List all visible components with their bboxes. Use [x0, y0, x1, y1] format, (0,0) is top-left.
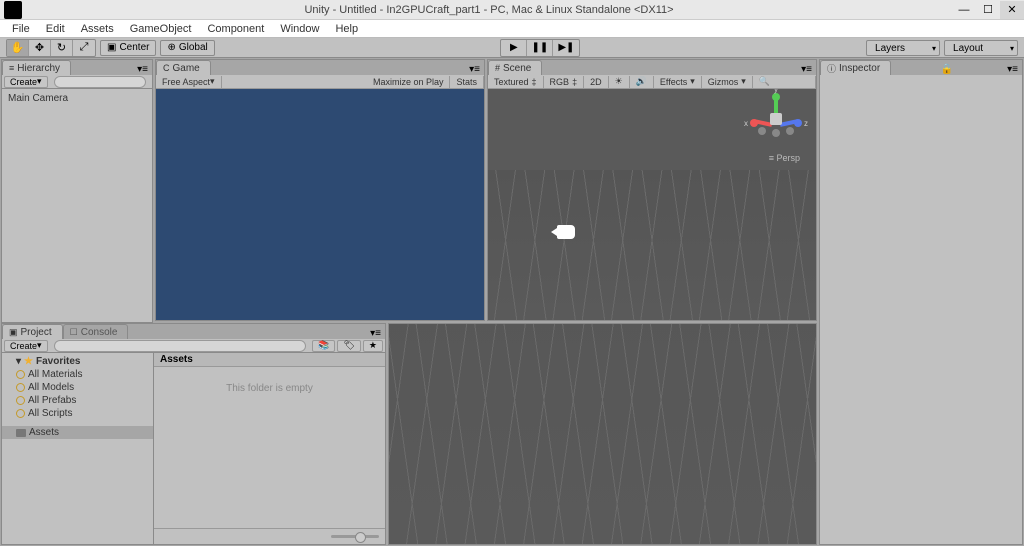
aspect-dropdown[interactable]: Free Aspect ▾	[156, 76, 222, 88]
favorite-item[interactable]: All Prefabs	[2, 394, 153, 407]
menu-window[interactable]: Window	[272, 23, 327, 35]
project-content-area[interactable]: This folder is empty	[154, 367, 385, 528]
menubar: File Edit Assets GameObject Component Wi…	[0, 20, 1024, 38]
favorite-item[interactable]: All Models	[2, 381, 153, 394]
scene-view[interactable]: y x z ≡ Persp	[488, 89, 816, 320]
filter-icon[interactable]: 📚	[312, 340, 335, 352]
scene-panel: #Scene ▾≡ Textured ‡ RGB ‡ 2D ☀ 🔊 Effect…	[487, 59, 817, 321]
project-search-input[interactable]	[54, 340, 307, 352]
inspector-tab[interactable]: ⓘInspector	[820, 60, 891, 75]
hierarchy-search-input[interactable]	[54, 76, 146, 88]
menu-edit[interactable]: Edit	[38, 23, 73, 35]
menu-component[interactable]: Component	[199, 23, 272, 35]
menu-file[interactable]: File	[4, 23, 38, 35]
console-icon: ☐	[70, 327, 78, 338]
pause-button[interactable]: ❚❚	[527, 40, 553, 56]
panel-menu-icon[interactable]: ▾≡	[366, 328, 385, 339]
search-icon	[16, 396, 25, 405]
project-create-button[interactable]: Create ▾	[4, 340, 48, 352]
titlebar: Unity - Untitled - In2GPUCraft_part1 - P…	[0, 0, 1024, 20]
scene-search-input[interactable]: 🔍	[753, 76, 816, 88]
unity-logo-icon	[4, 1, 22, 19]
rotate-tool-button[interactable]: ↻	[51, 40, 73, 56]
star-icon: ★	[24, 356, 33, 367]
hierarchy-panel: ≡Hierarchy ▾≡ Create ▾ Main Camera	[1, 59, 153, 323]
play-controls: ▶ ❚❚ ▶❚	[500, 39, 580, 57]
maximize-button[interactable]: ☐	[976, 1, 1000, 19]
game-view[interactable]	[156, 89, 484, 320]
layout-dropdown[interactable]: Layout	[944, 40, 1018, 56]
menu-assets[interactable]: Assets	[73, 23, 122, 35]
hierarchy-icon: ≡	[9, 63, 14, 73]
favorite-item[interactable]: All Scripts	[2, 407, 153, 420]
project-panel: ▣Project ☐Console ▾≡ Create ▾ 📚 🏷 ★ ▾★Fa…	[1, 323, 386, 545]
projection-label[interactable]: ≡ Persp	[769, 153, 800, 163]
hierarchy-create-button[interactable]: Create ▾	[4, 76, 48, 88]
effects-dropdown[interactable]: Effects ▾	[654, 76, 702, 88]
scene-view-lower[interactable]	[388, 323, 817, 545]
minimize-button[interactable]: —	[952, 1, 976, 19]
search-icon	[16, 370, 25, 379]
project-icon: ▣	[9, 327, 18, 338]
hierarchy-item[interactable]: Main Camera	[8, 92, 146, 105]
camera-gizmo-icon[interactable]	[557, 225, 575, 239]
game-icon: C	[163, 63, 170, 73]
folder-icon	[16, 429, 26, 437]
label-filter-icon[interactable]: 🏷	[337, 340, 360, 352]
hierarchy-tab[interactable]: ≡Hierarchy	[2, 60, 71, 75]
empty-folder-label: This folder is empty	[226, 383, 313, 394]
window-controls: — ☐ ✕	[952, 1, 1024, 19]
save-search-icon[interactable]: ★	[363, 340, 383, 352]
scene-icon: #	[495, 63, 500, 73]
menu-help[interactable]: Help	[327, 23, 366, 35]
favorite-item[interactable]: All Materials	[2, 368, 153, 381]
project-tab[interactable]: ▣Project	[2, 324, 63, 339]
lighting-toggle[interactable]: ☀	[609, 76, 630, 88]
stats-toggle[interactable]: Stats	[450, 76, 484, 88]
game-tab[interactable]: CGame	[156, 60, 211, 75]
step-button[interactable]: ▶❚	[553, 40, 579, 56]
maximize-on-play-toggle[interactable]: Maximize on Play	[367, 76, 451, 88]
layers-dropdown[interactable]: Layers	[866, 40, 940, 56]
inspector-panel: ⓘInspector 🔒 ▾≡	[819, 59, 1023, 545]
transform-tools: ✋ ✥ ↻ ⤢	[6, 39, 96, 57]
panel-menu-icon[interactable]: ▾≡	[1003, 64, 1022, 75]
pivot-global-button[interactable]: ⊕Global	[160, 40, 214, 56]
favorites-folder[interactable]: ▾★Favorites	[2, 355, 153, 368]
pivot-center-button[interactable]: ▣Center	[100, 40, 156, 56]
gizmos-dropdown[interactable]: Gizmos ▾	[702, 76, 753, 88]
scene-tab[interactable]: #Scene	[488, 60, 542, 75]
2d-toggle[interactable]: 2D	[584, 76, 609, 88]
thumbnail-size-slider[interactable]	[331, 535, 379, 538]
game-panel: CGame ▾≡ Free Aspect ▾ Maximize on Play …	[155, 59, 485, 321]
search-icon	[16, 383, 25, 392]
hand-tool-button[interactable]: ✋	[7, 40, 29, 56]
panel-menu-icon[interactable]: ▾≡	[133, 64, 152, 75]
scale-tool-button[interactable]: ⤢	[73, 40, 95, 56]
move-tool-button[interactable]: ✥	[29, 40, 51, 56]
window-title: Unity - Untitled - In2GPUCraft_part1 - P…	[26, 4, 952, 16]
audio-toggle[interactable]: 🔊	[630, 76, 654, 88]
panel-menu-icon[interactable]: ▾≡	[797, 64, 816, 75]
close-button[interactable]: ✕	[1000, 1, 1024, 19]
orientation-gizmo[interactable]: y x z	[748, 95, 804, 155]
shading-dropdown[interactable]: Textured ‡	[488, 76, 544, 88]
inspector-icon: ⓘ	[827, 62, 836, 75]
hierarchy-list[interactable]: Main Camera	[2, 89, 152, 322]
inspector-body[interactable]	[820, 75, 1022, 544]
project-tree[interactable]: ▾★Favorites All Materials All Models All…	[2, 353, 154, 544]
panel-menu-icon[interactable]: ▾≡	[465, 64, 484, 75]
scene-grid	[488, 170, 816, 320]
rgb-dropdown[interactable]: RGB ‡	[544, 76, 585, 88]
console-tab[interactable]: ☐Console	[63, 324, 129, 339]
project-breadcrumb[interactable]: Assets	[154, 353, 385, 367]
play-button[interactable]: ▶	[501, 40, 527, 56]
search-icon	[16, 409, 25, 418]
assets-folder[interactable]: Assets	[2, 426, 153, 439]
menu-gameobject[interactable]: GameObject	[122, 23, 200, 35]
lock-icon[interactable]: 🔒	[938, 64, 956, 75]
main-toolbar: ✋ ✥ ↻ ⤢ ▣Center ⊕Global ▶ ❚❚ ▶❚ Layers L…	[0, 38, 1024, 58]
